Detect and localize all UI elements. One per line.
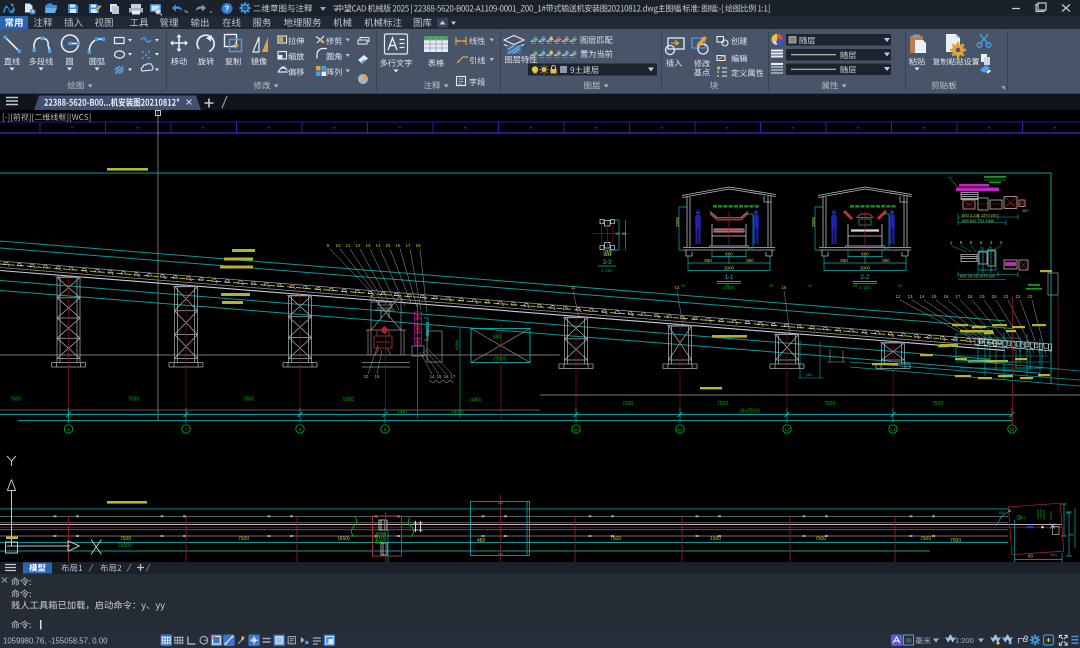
svg-text:7500: 7500 bbox=[243, 397, 254, 403]
svg-text:17: 17 bbox=[451, 374, 456, 379]
svg-text:B01: B01 bbox=[1018, 515, 1026, 520]
svg-text:7000: 7000 bbox=[950, 538, 961, 544]
svg-text:12: 12 bbox=[784, 427, 790, 432]
svg-text:5500: 5500 bbox=[343, 397, 354, 403]
svg-text:15: 15 bbox=[782, 285, 787, 290]
svg-text:45: 45 bbox=[853, 283, 858, 288]
svg-text:13: 13 bbox=[365, 243, 371, 248]
svg-text:(60: (60 bbox=[806, 372, 813, 377]
svg-text:11: 11 bbox=[678, 427, 683, 432]
svg-text:3800: 3800 bbox=[675, 216, 680, 227]
svg-text:7500: 7500 bbox=[932, 401, 943, 407]
svg-text:45: 45 bbox=[948, 175, 953, 180]
svg-text:15: 15 bbox=[385, 243, 391, 248]
svg-text:(480): (480) bbox=[470, 398, 482, 404]
svg-text:16: 16 bbox=[943, 294, 949, 299]
svg-text:90: 90 bbox=[615, 231, 620, 236]
svg-text:7500: 7500 bbox=[717, 401, 728, 407]
svg-text:187: 187 bbox=[1022, 208, 1029, 213]
svg-text:600 26.61 1970 (90: 600 26.61 1970 (90 bbox=[960, 274, 995, 279]
svg-text:950: 950 bbox=[840, 258, 848, 263]
svg-text:23: 23 bbox=[1027, 294, 1033, 299]
svg-text:45: 45 bbox=[681, 283, 686, 288]
svg-text:45: 45 bbox=[1069, 532, 1074, 537]
svg-text:1:200: 1:200 bbox=[955, 636, 974, 645]
svg-text:00: 00 bbox=[905, 639, 911, 645]
svg-text:15: 15 bbox=[931, 294, 937, 299]
svg-text:14: 14 bbox=[375, 243, 381, 248]
svg-text:950: 950 bbox=[882, 258, 890, 263]
svg-text:2-2: 2-2 bbox=[861, 275, 870, 281]
svg-text:25000: 25000 bbox=[118, 543, 132, 549]
svg-text:16: 16 bbox=[395, 243, 401, 248]
svg-text:10: 10 bbox=[573, 427, 579, 432]
svg-text:18: 18 bbox=[967, 294, 973, 299]
svg-text:?: ? bbox=[225, 5, 230, 14]
svg-text:7500: 7500 bbox=[920, 536, 931, 542]
svg-text:7500: 7500 bbox=[622, 401, 633, 407]
svg-text:480: 480 bbox=[477, 538, 486, 544]
svg-text:600: 600 bbox=[861, 252, 869, 257]
svg-text:15: 15 bbox=[375, 374, 380, 379]
svg-text:17: 17 bbox=[405, 243, 411, 248]
svg-text:7500: 7500 bbox=[10, 397, 21, 403]
svg-text:3000: 3000 bbox=[860, 266, 871, 271]
svg-text:60: 60 bbox=[1028, 554, 1034, 559]
svg-text:B5: B5 bbox=[999, 510, 1005, 515]
svg-text:17: 17 bbox=[955, 294, 961, 299]
svg-text:45: 45 bbox=[808, 283, 813, 288]
svg-text:1:100: 1:100 bbox=[601, 268, 613, 273]
svg-text:13: 13 bbox=[675, 285, 680, 290]
svg-text:7500: 7500 bbox=[128, 397, 139, 403]
svg-text:22: 22 bbox=[1015, 294, 1021, 299]
svg-text:600 2.191 1970 (90: 600 2.191 1970 (90 bbox=[962, 213, 997, 218]
svg-text:(7000: (7000 bbox=[494, 357, 507, 363]
svg-text:7500: 7500 bbox=[610, 536, 621, 542]
svg-text:140: 140 bbox=[1050, 552, 1057, 557]
svg-text:950: 950 bbox=[746, 258, 754, 263]
svg-text:7500: 7500 bbox=[815, 536, 826, 542]
svg-text:(9x7500): (9x7500) bbox=[740, 409, 760, 415]
svg-text:3-3: 3-3 bbox=[603, 260, 612, 266]
svg-text:15: 15 bbox=[437, 374, 442, 379]
svg-text:20: 20 bbox=[991, 294, 997, 299]
svg-text:1-1: 1-1 bbox=[725, 275, 734, 281]
svg-text:12: 12 bbox=[895, 294, 901, 299]
svg-text:21: 21 bbox=[1003, 294, 1009, 299]
svg-text:(650): (650) bbox=[338, 536, 350, 542]
svg-text:14: 14 bbox=[919, 294, 925, 299]
svg-text:1500: 1500 bbox=[710, 536, 721, 542]
svg-text:1:100: 1:100 bbox=[859, 285, 871, 290]
svg-text:600: 600 bbox=[725, 252, 733, 257]
svg-text:3000: 3000 bbox=[724, 266, 735, 271]
svg-text:11: 11 bbox=[571, 285, 576, 290]
svg-text:(450): (450) bbox=[452, 410, 464, 416]
svg-text:950: 950 bbox=[704, 258, 712, 263]
svg-text:86: 86 bbox=[1066, 510, 1071, 515]
svg-text:7500: 7500 bbox=[120, 536, 131, 542]
svg-text:10: 10 bbox=[335, 243, 341, 248]
svg-text:1059980.76, -155058.57, 0.00: 1059980.76, -155058.57, 0.00 bbox=[3, 637, 108, 646]
svg-text:12: 12 bbox=[355, 243, 361, 248]
svg-text:480: 480 bbox=[493, 335, 502, 341]
svg-text:900 622.791 1940: 900 622.791 1940 bbox=[962, 218, 995, 223]
svg-text:45: 45 bbox=[898, 283, 903, 288]
svg-text:13: 13 bbox=[890, 427, 896, 432]
svg-text:10: 10 bbox=[364, 374, 369, 379]
svg-text:45: 45 bbox=[769, 283, 774, 288]
svg-text:13: 13 bbox=[907, 294, 913, 299]
svg-text:45: 45 bbox=[725, 283, 730, 288]
svg-text:7500: 7500 bbox=[238, 536, 249, 542]
svg-text:7500: 7500 bbox=[824, 401, 835, 407]
svg-text:18: 18 bbox=[415, 243, 421, 248]
svg-text:95: 95 bbox=[622, 231, 627, 236]
svg-text:+: + bbox=[31, 9, 35, 16]
svg-text:(48): (48) bbox=[398, 410, 407, 416]
svg-text:3800: 3800 bbox=[811, 216, 816, 227]
svg-text:16: 16 bbox=[444, 374, 449, 379]
svg-text:14: 14 bbox=[430, 374, 435, 379]
svg-text:19: 19 bbox=[979, 294, 985, 299]
svg-text:11: 11 bbox=[346, 243, 351, 248]
svg-text:4500: 4500 bbox=[455, 339, 460, 350]
